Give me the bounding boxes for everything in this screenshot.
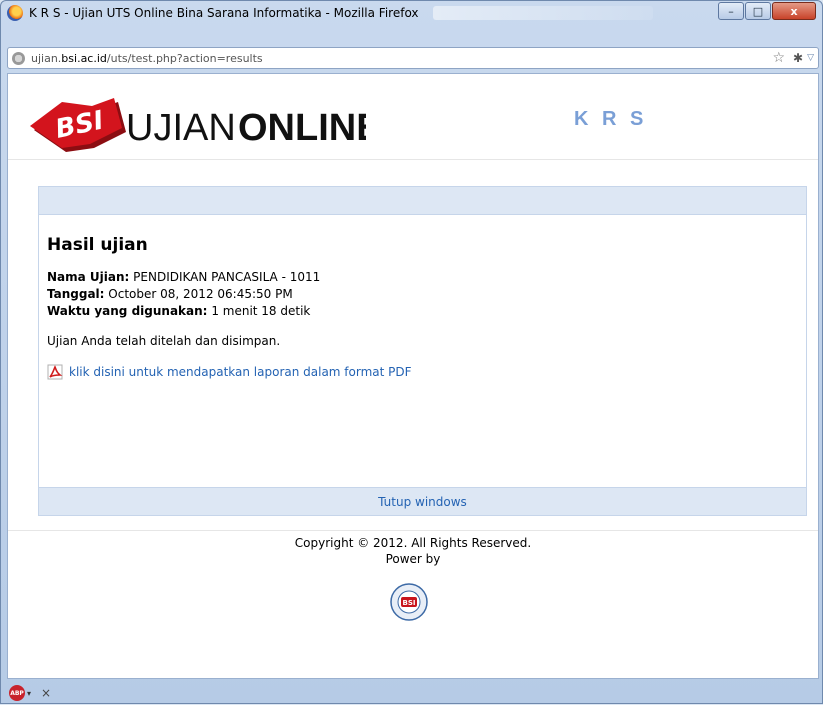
power-by-text: Power by: [385, 552, 441, 566]
duration-row: Waktu yang digunakan: 1 menit 18 detik: [47, 303, 798, 320]
pdf-icon[interactable]: [47, 364, 63, 380]
exam-name-row: Nama Ujian: PENDIDIKAN PANCASILA - 1011: [47, 269, 798, 286]
toolbar-dropdown-icon[interactable]: ▽: [807, 53, 814, 63]
browser-window: K R S - Ujian UTS Online Bina Sarana Inf…: [0, 0, 823, 704]
date-label: Tanggal:: [47, 287, 105, 301]
url-path: /uts/test.php?action=results: [106, 51, 263, 65]
panel-header-band: [39, 187, 806, 215]
date-row: Tanggal: October 08, 2012 06:45:50 PM: [47, 286, 798, 303]
ujian-online-logo: BSI UJIAN ONLINE: [30, 98, 366, 152]
close-window-button[interactable]: x: [772, 2, 816, 20]
pdf-report-link[interactable]: klik disini untuk mendapatkan laporan da…: [69, 365, 412, 379]
site-header: BSI UJIAN ONLINE K R S: [8, 74, 818, 160]
exam-name-label: Nama Ujian:: [47, 270, 130, 284]
maximize-button[interactable]: □: [745, 2, 771, 20]
window-controls: – □ x: [718, 2, 816, 20]
page-content: BSI UJIAN ONLINE K R S Hasil ujian Nama …: [7, 73, 819, 679]
pdf-report-row: klik disini untuk mendapatkan laporan da…: [47, 364, 798, 380]
saved-message: Ujian Anda telah ditelah dan disimpan.: [47, 334, 281, 348]
adblock-icon[interactable]: ABP: [9, 685, 25, 701]
page-footer: Copyright © 2012. All Rights Reserved. P…: [8, 535, 818, 567]
panel-footer-band: Tutup windows: [39, 487, 806, 515]
firefox-icon: [7, 5, 23, 21]
close-addon-bar-icon[interactable]: ×: [41, 686, 51, 700]
minimize-button[interactable]: –: [718, 2, 744, 20]
window-title: K R S - Ujian UTS Online Bina Sarana Inf…: [29, 6, 419, 20]
url-domain: bsi.ac.id: [61, 51, 107, 65]
result-heading: Hasil ujian: [47, 235, 148, 255]
footer-divider: [8, 530, 818, 531]
panel-body: Hasil ujian Nama Ujian: PENDIDIKAN PANCA…: [39, 215, 806, 380]
title-bar[interactable]: K R S - Ujian UTS Online Bina Sarana Inf…: [1, 1, 822, 25]
section-title: K R S: [574, 108, 648, 130]
duration-label: Waktu yang digunakan:: [47, 304, 208, 318]
duration-value: 1 menit 18 detik: [211, 304, 311, 318]
bookmark-star-icon[interactable]: ☆: [772, 50, 785, 66]
adblock-dropdown-icon[interactable]: ▾: [27, 689, 31, 698]
exam-name-value: PENDIDIKAN PANCASILA - 1011: [133, 270, 321, 284]
copyright-text: Copyright © 2012. All Rights Reserved.: [294, 536, 532, 550]
status-bar: ABP ▾ ×: [1, 681, 822, 705]
background-tabs: [432, 6, 653, 20]
result-panel: Hasil ujian Nama Ujian: PENDIDIKAN PANCA…: [38, 186, 807, 516]
site-identity-icon[interactable]: [12, 51, 25, 65]
close-window-link[interactable]: Tutup windows: [378, 495, 467, 509]
logo-text-ujian: UJIAN: [126, 107, 236, 149]
svg-text:BSI: BSI: [403, 599, 416, 607]
url-prefix: ujian.: [31, 51, 62, 65]
date-value: October 08, 2012 06:45:50 PM: [108, 287, 293, 301]
logo-text-online: ONLINE: [238, 107, 366, 149]
extension-icon[interactable]: ✱: [793, 51, 803, 65]
address-bar[interactable]: ujian. bsi.ac.id/uts/test.php?action=resu…: [7, 47, 819, 69]
bsi-seal-logo: BSI: [390, 583, 428, 621]
bsi-logo-mark: BSI: [30, 98, 126, 152]
